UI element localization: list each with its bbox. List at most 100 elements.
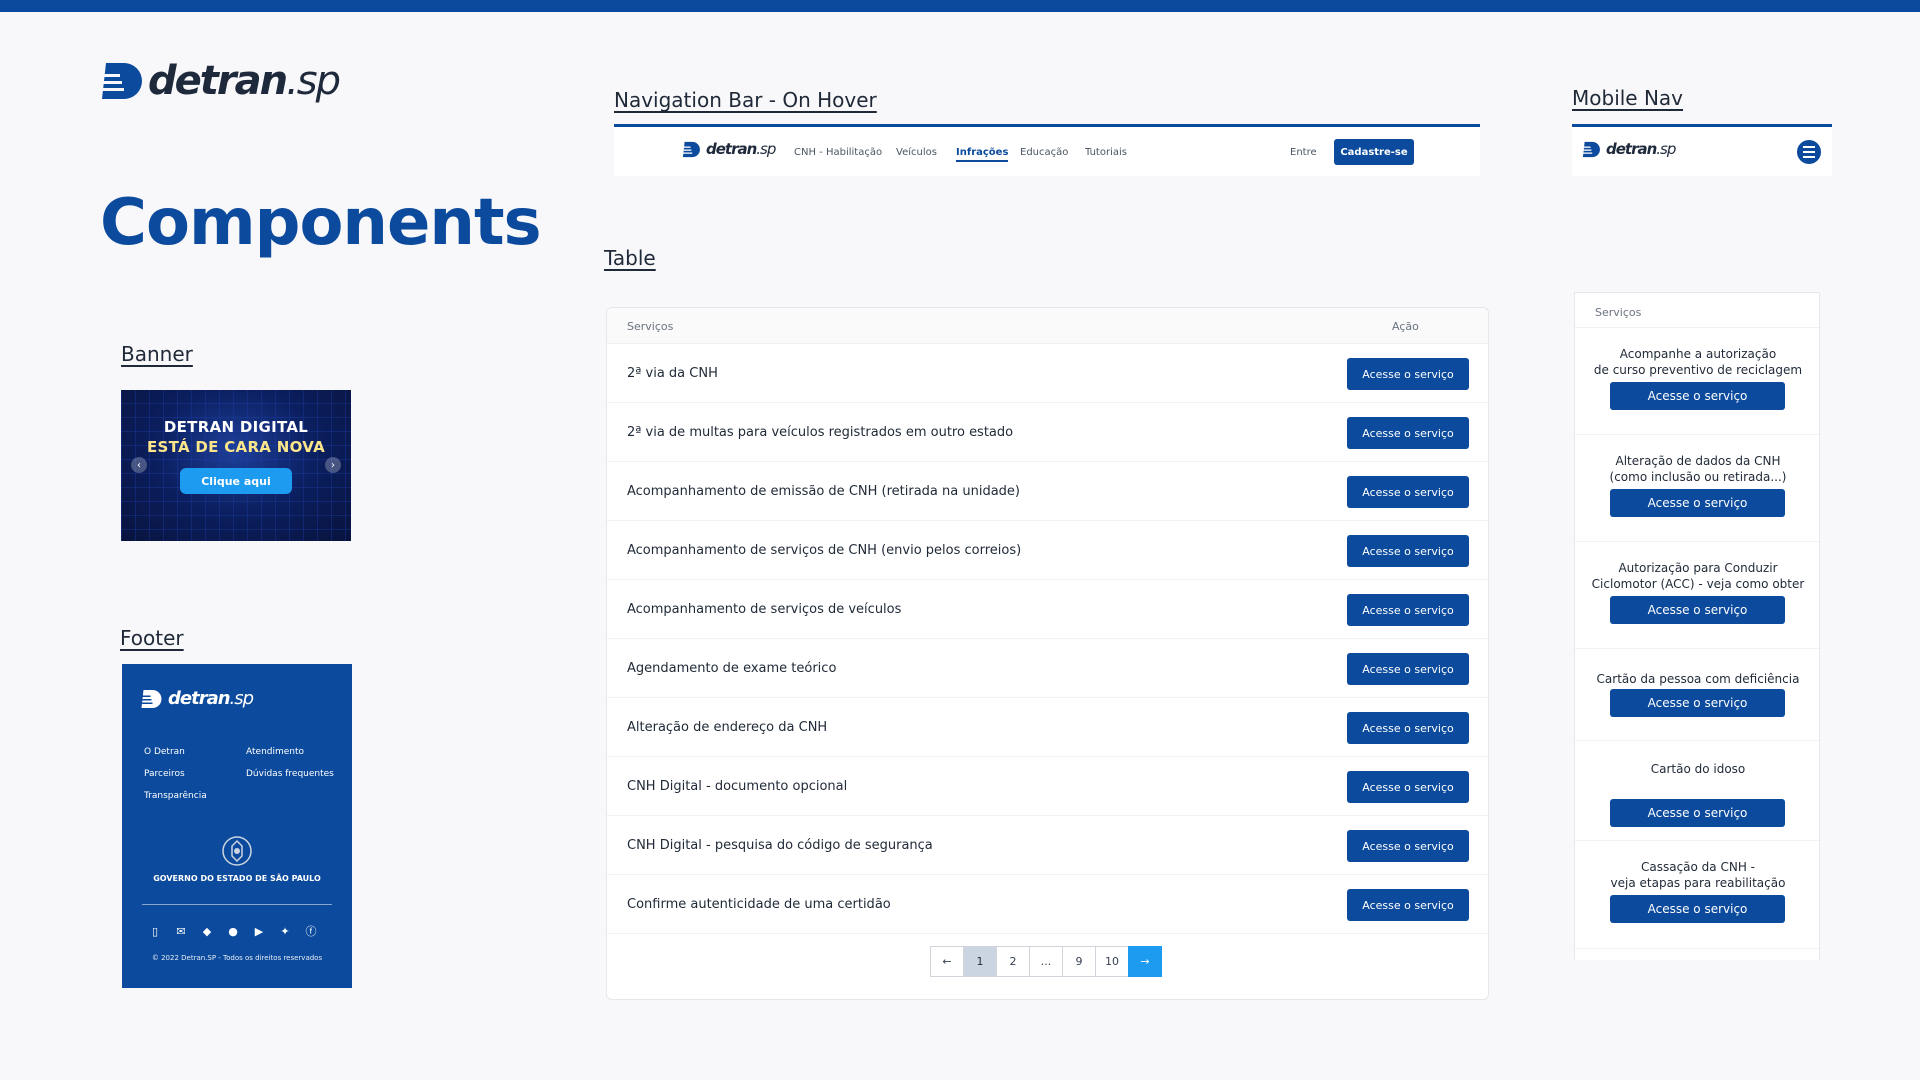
mail-icon[interactable]: ✉ xyxy=(174,924,188,938)
phone-icon[interactable]: ▯ xyxy=(148,924,162,938)
detran-logo-mark-icon xyxy=(140,689,162,708)
footer-link-atendimento[interactable]: Atendimento xyxy=(246,747,304,757)
mobile-service-name-line: de curso preventivo de reciclagem xyxy=(1593,363,1803,377)
mobile-service-name-line: Acompanhe a autorização xyxy=(1619,347,1777,361)
diamond-icon[interactable]: ◆ xyxy=(200,924,214,938)
mobile-access-service-button[interactable]: Acesse o serviço xyxy=(1610,799,1785,827)
footer-social-icons: ▯ ✉ ◆ ● ▶ ✦ ⓕ xyxy=(148,924,318,939)
mobile-service-name-line: Alteração de dados da CNH xyxy=(1615,454,1781,468)
service-name: Confirme autenticidade de uma certidão xyxy=(627,897,891,912)
table-row: CNH Digital - pesquisa do código de segu… xyxy=(607,816,1488,875)
mobile-service-name-line: veja etapas para reabilitação xyxy=(1610,876,1786,890)
service-name: CNH Digital - pesquisa do código de segu… xyxy=(627,838,933,853)
mobile-list-item: Alteração de dados da CNH (como inclusão … xyxy=(1575,435,1819,542)
service-name: Alteração de endereço da CNH xyxy=(627,720,828,735)
mobile-service-name: Autorização para Conduzir Ciclomotor (ACC… xyxy=(1575,560,1819,592)
detran-logo-mark-icon xyxy=(1582,141,1600,157)
service-name: Acompanhamento de emissão de CNH (retira… xyxy=(627,484,1020,499)
access-service-button[interactable]: Acesse o serviço xyxy=(1347,417,1469,449)
banner-subheadline: ESTÁ DE CARA NOVA xyxy=(146,438,326,456)
mobile-list-item: Cartão da pessoa com deficiência Acesse o… xyxy=(1575,649,1819,741)
footer-logo: detran.sp xyxy=(140,688,254,709)
table-row: Agendamento de exame teórico Acesse o ser… xyxy=(607,639,1488,698)
access-service-button[interactable]: Acesse o serviço xyxy=(1347,594,1469,626)
hamburger-menu-icon[interactable] xyxy=(1797,140,1821,164)
nav-item-veiculos[interactable]: Veículos xyxy=(896,147,937,158)
footer-divider xyxy=(142,904,332,905)
chevron-right-icon[interactable]: › xyxy=(325,457,341,473)
services-table: Serviços Ação 2ª via da CNH Acesse o serv… xyxy=(606,307,1489,1000)
youtube-icon[interactable]: ▶ xyxy=(252,924,266,938)
mobile-list-item: Cartão do idoso Acesse o serviço xyxy=(1575,741,1819,841)
footer-link-o-detran[interactable]: O Detran xyxy=(144,747,185,757)
pagination-page-2[interactable]: 2 xyxy=(996,946,1030,977)
nav-item-tutoriais[interactable]: Tutoriais xyxy=(1085,147,1127,158)
access-service-button[interactable]: Acesse o serviço xyxy=(1347,889,1469,921)
banner-cta-button[interactable]: Clique aqui xyxy=(180,468,292,494)
service-name: Acompanhamento de serviços de veículos xyxy=(627,602,902,617)
top-accent-bar xyxy=(0,0,1920,12)
mobile-access-service-button[interactable]: Acesse o serviço xyxy=(1610,596,1785,624)
logo-text: detran.sp xyxy=(1606,140,1676,158)
column-header-acao: Ação xyxy=(1392,320,1419,333)
banner-headline: DETRAN DIGITAL xyxy=(163,418,309,436)
page-title: Components xyxy=(100,186,542,260)
logo-text: detran.sp xyxy=(706,140,776,158)
access-service-button[interactable]: Acesse o serviço xyxy=(1347,476,1469,508)
mobile-navigation-bar: detran.sp xyxy=(1572,124,1832,176)
mobile-service-name: Cartão da pessoa com deficiência xyxy=(1575,671,1819,687)
access-service-button[interactable]: Acesse o serviço xyxy=(1347,771,1469,803)
table-row: 2ª via de multas para veículos registrad… xyxy=(607,403,1488,462)
access-service-button[interactable]: Acesse o serviço xyxy=(1347,535,1469,567)
mobile-service-name-line: Ciclomotor (ACC) - veja como obter xyxy=(1591,577,1805,591)
nav-item-cnh[interactable]: CNH - Habilitação xyxy=(794,147,882,158)
pagination-page-9[interactable]: 9 xyxy=(1062,946,1096,977)
service-name: CNH Digital - documento opcional xyxy=(627,779,848,794)
table-row: Acompanhamento de serviços de CNH (envio… xyxy=(607,521,1488,580)
footer-link-transparencia[interactable]: Transparência xyxy=(144,791,207,801)
mobile-access-service-button[interactable]: Acesse o serviço xyxy=(1610,689,1785,717)
footer-link-duvidas[interactable]: Dúvidas frequentes xyxy=(246,769,334,779)
mobile-list-item: Autorização para Conduzir Ciclomotor (ACC… xyxy=(1575,542,1819,649)
detran-logo: detran.sp xyxy=(100,58,341,104)
mobile-service-name-line: Autorização para Conduzir xyxy=(1618,561,1778,575)
mobile-access-service-button[interactable]: Acesse o serviço xyxy=(1610,382,1785,410)
logo-text: detran.sp xyxy=(168,688,254,709)
chevron-left-icon[interactable]: ‹ xyxy=(131,457,147,473)
service-name: Acompanhamento de serviços de CNH (envio… xyxy=(627,543,1022,558)
section-label-mobile-nav: Mobile Nav xyxy=(1572,86,1684,110)
access-service-button[interactable]: Acesse o serviço xyxy=(1347,358,1469,390)
mobile-logo[interactable]: detran.sp xyxy=(1582,140,1676,158)
access-service-button[interactable]: Acesse o serviço xyxy=(1347,830,1469,862)
mobile-service-name-line: (como inclusão ou retirada...) xyxy=(1609,470,1787,484)
login-link[interactable]: Entre xyxy=(1290,147,1317,158)
pagination-prev-arrow-icon[interactable]: ← xyxy=(930,946,964,977)
nav-item-educacao[interactable]: Educação xyxy=(1020,147,1068,158)
mobile-service-name: Alteração de dados da CNH (como inclusão … xyxy=(1575,453,1819,485)
navbar-logo[interactable]: detran.sp xyxy=(682,140,776,158)
pagination-page-10[interactable]: 10 xyxy=(1095,946,1129,977)
table-row: 2ª via da CNH Acesse o serviço xyxy=(607,344,1488,403)
section-label-footer: Footer xyxy=(120,626,184,650)
access-service-button[interactable]: Acesse o serviço xyxy=(1347,653,1469,685)
section-label-table: Table xyxy=(604,246,656,270)
mobile-list-item: Cassação da CNH - veja etapas para reabil… xyxy=(1575,841,1819,949)
mobile-service-name-line: Cartão do idoso xyxy=(1650,762,1746,776)
signup-button[interactable]: Cadastre-se xyxy=(1334,139,1414,165)
mobile-access-service-button[interactable]: Acesse o serviço xyxy=(1610,489,1785,517)
pagination-page-1[interactable]: 1 xyxy=(963,946,997,977)
mobile-service-name-line: Cassação da CNH - xyxy=(1640,860,1755,874)
mobile-service-name-line: Cartão da pessoa com deficiência xyxy=(1596,672,1800,686)
nav-item-infracoes[interactable]: Infrações xyxy=(956,147,1009,162)
pagination-ellipsis: ... xyxy=(1029,946,1063,977)
chat-icon[interactable]: ● xyxy=(226,924,240,938)
mobile-access-service-button[interactable]: Acesse o serviço xyxy=(1610,895,1785,923)
pagination-next-arrow-icon[interactable]: → xyxy=(1128,946,1162,977)
service-name: Agendamento de exame teórico xyxy=(627,661,837,676)
footer-link-parceiros[interactable]: Parceiros xyxy=(144,769,185,779)
mobile-services-list: Serviços Acompanhe a autorização de curso… xyxy=(1574,292,1820,960)
column-header-servicos: Serviços xyxy=(627,320,674,333)
access-service-button[interactable]: Acesse o serviço xyxy=(1347,712,1469,744)
facebook-icon[interactable]: ⓕ xyxy=(304,924,318,938)
twitter-icon[interactable]: ✦ xyxy=(278,924,292,938)
